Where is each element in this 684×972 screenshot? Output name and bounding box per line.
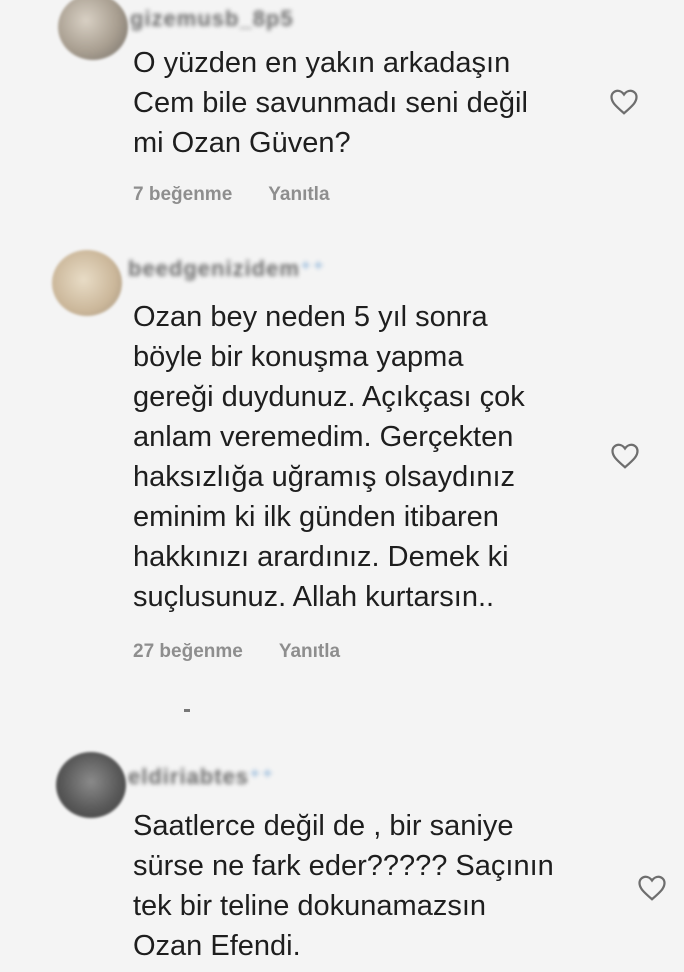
comment-text: Saatlerce değil de , bir saniye sürse ne…	[133, 810, 554, 962]
username-badge: ⁺⁺	[299, 256, 326, 281]
username-badge: ⁺⁺	[249, 764, 275, 789]
like-count[interactable]: 27 beğenme	[133, 641, 243, 663]
reply-link[interactable]: Yanıtla	[279, 641, 340, 663]
comment-meta: 27 beğenme Yanıtla	[133, 641, 340, 663]
like-count[interactable]: 7 beğenme	[133, 184, 232, 206]
comment-username[interactable]: beedgenizidem⁺⁺	[128, 256, 325, 282]
heart-icon[interactable]	[609, 88, 639, 116]
reply-link[interactable]: Yanıtla	[268, 184, 329, 206]
heart-icon[interactable]	[610, 442, 640, 470]
comment-1: gizemusb_8p5 O yüzden en yakın arkadaşın…	[0, 0, 684, 230]
comment-username[interactable]: gizemusb_8p5	[130, 6, 294, 32]
comment-username[interactable]: eldiriabtes⁺⁺	[128, 764, 274, 790]
comment-text: O yüzden en yakın arkadaşın Cem bile sav…	[133, 47, 528, 159]
avatar[interactable]	[52, 250, 122, 316]
view-replies-line[interactable]	[184, 709, 190, 712]
avatar[interactable]	[58, 0, 128, 60]
comment-text: Ozan bey neden 5 yıl sonra böyle bir kon…	[133, 301, 525, 613]
comment-meta: 7 beğenme Yanıtla	[133, 184, 330, 206]
avatar[interactable]	[56, 752, 126, 818]
heart-icon[interactable]	[637, 874, 667, 902]
